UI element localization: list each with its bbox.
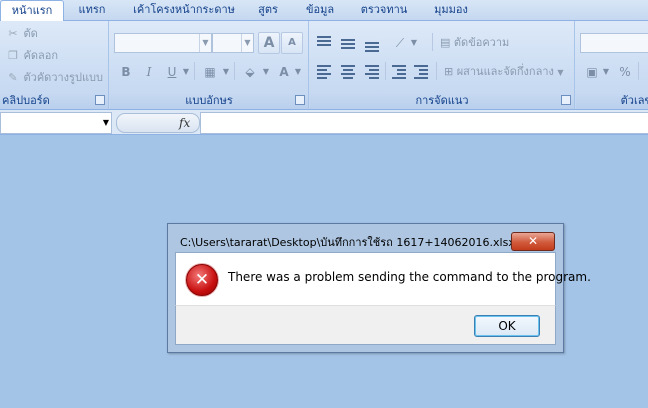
copy-icon: ❐: [8, 49, 18, 62]
chevron-down-icon[interactable]: ▼: [408, 32, 420, 54]
wrap-text-icon: ▤: [440, 36, 451, 49]
brush-icon: ✎: [8, 71, 18, 84]
separator: [638, 62, 639, 80]
clipboard-group-label: คลิปบอร์ด: [0, 92, 108, 109]
underline-button[interactable]: U: [162, 61, 182, 83]
chevron-down-icon: ▼: [241, 34, 253, 52]
align-middle-icon[interactable]: [337, 32, 359, 52]
scissors-icon: ✂: [8, 27, 18, 40]
font-size-combo[interactable]: ▼: [212, 33, 254, 53]
chevron-down-icon[interactable]: ▼: [220, 61, 232, 83]
percent-button[interactable]: %: [614, 61, 636, 83]
copy-label: คัดลอก: [23, 49, 59, 62]
error-dialog: C:\Users\tararat\Desktop\บันทึกการใช้รถ …: [167, 223, 591, 353]
font-name-combo[interactable]: ▼: [114, 33, 212, 53]
alignment-group: ⟋ ▼ ▤ ตัดข้อความ ⊞ ผสานและจัดกึ่งกลาง ▼: [310, 21, 575, 109]
copy-button[interactable]: ❐ คัดลอก: [6, 47, 58, 65]
clipboard-group: ✂ ตัด ❐ คัดลอก ✎ ตัวคัดวางรูปแบบ คลิปบอร…: [0, 21, 109, 109]
chevron-down-icon: ▼: [199, 34, 211, 52]
tab-insert[interactable]: แทรก: [70, 0, 114, 20]
tab-view[interactable]: มุมมอง: [424, 0, 478, 20]
font-group: ▼ ▼ A A B I U ▼ ▦ ▼ ⬙ ▼ A ▼ แบบอักษร: [110, 21, 309, 109]
align-right-icon[interactable]: [361, 61, 383, 81]
number-group: ▣ ▼ % ตัวเลข: [576, 21, 648, 109]
increase-indent-icon[interactable]: [410, 61, 432, 81]
ribbon: ✂ ตัด ❐ คัดลอก ✎ ตัวคัดวางรูปแบบ คลิปบอร…: [0, 21, 648, 110]
tab-formulas[interactable]: สูตร: [250, 0, 286, 20]
tab-page-layout[interactable]: เค้าโครงหน้ากระดาษ: [124, 0, 244, 20]
chevron-down-icon: ▼: [557, 68, 564, 77]
chevron-down-icon[interactable]: ▼: [292, 61, 304, 83]
dialog-title: C:\Users\tararat\Desktop\บันทึกการใช้รถ …: [180, 236, 515, 249]
decrease-indent-icon[interactable]: [388, 61, 410, 81]
cut-label: ตัด: [23, 27, 38, 40]
wrap-text-label: ตัดข้อความ: [453, 36, 510, 49]
dialog-footer: OK: [175, 305, 556, 345]
formula-bar: ▼ fx: [0, 110, 648, 135]
alignment-group-label: การจัดแนว: [310, 92, 574, 109]
chevron-down-icon[interactable]: ▼: [180, 61, 192, 83]
chevron-down-icon[interactable]: ▼: [103, 113, 109, 133]
ok-button[interactable]: OK: [474, 315, 540, 337]
dialog-body: ✕ There was a problem sending the comman…: [175, 252, 591, 306]
chevron-down-icon[interactable]: ▼: [600, 61, 612, 83]
cut-button[interactable]: ✂ ตัด: [6, 25, 38, 43]
italic-button[interactable]: I: [139, 61, 159, 83]
merge-center-button[interactable]: ⊞ ผสานและจัดกึ่งกลาง ▼: [444, 63, 564, 81]
formula-buttons: fx: [116, 113, 200, 133]
separator: [194, 62, 195, 80]
align-bottom-icon[interactable]: [361, 32, 383, 52]
merge-center-label: ผสานและจัดกึ่งกลาง: [456, 65, 554, 78]
number-group-label: ตัวเลข: [576, 92, 648, 109]
formula-input[interactable]: [200, 112, 648, 134]
tab-review[interactable]: ตรวจทาน: [354, 0, 414, 20]
tab-home[interactable]: หน้าแรก: [0, 0, 64, 21]
font-dialog-launcher[interactable]: [295, 95, 305, 105]
font-group-label: แบบอักษร: [110, 92, 308, 109]
borders-icon[interactable]: ▦: [198, 61, 222, 83]
shrink-font-button[interactable]: A: [281, 32, 303, 54]
insert-function-button[interactable]: fx: [179, 114, 190, 132]
format-painter-label: ตัวคัดวางรูปแบบ: [23, 71, 104, 84]
tab-data[interactable]: ข้อมูล: [296, 0, 344, 20]
wrap-text-button[interactable]: ▤ ตัดข้อความ: [440, 34, 509, 52]
separator: [234, 62, 235, 80]
separator: [432, 33, 433, 51]
separator: [385, 62, 386, 80]
ribbon-tabs: หน้าแรก แทรก เค้าโครงหน้ากระดาษ สูตร ข้อ…: [0, 0, 648, 21]
close-button[interactable]: ✕: [511, 232, 555, 251]
align-left-icon[interactable]: [313, 61, 335, 81]
number-format-combo[interactable]: [580, 33, 648, 53]
align-top-icon[interactable]: [313, 32, 335, 52]
format-painter-button[interactable]: ✎ ตัวคัดวางรูปแบบ: [6, 69, 103, 87]
separator: [436, 62, 437, 80]
clipboard-dialog-launcher[interactable]: [95, 95, 105, 105]
name-box[interactable]: ▼: [0, 112, 112, 134]
alignment-dialog-launcher[interactable]: [561, 95, 571, 105]
dialog-message: There was a problem sending the command …: [228, 270, 591, 284]
chevron-down-icon[interactable]: ▼: [260, 61, 272, 83]
error-icon: ✕: [186, 264, 218, 296]
bold-button[interactable]: B: [116, 61, 136, 83]
grow-font-button[interactable]: A: [258, 32, 280, 54]
fill-color-icon[interactable]: ⬙: [238, 61, 262, 83]
font-color-button[interactable]: A: [274, 61, 294, 83]
align-center-icon[interactable]: [337, 61, 359, 81]
merge-cells-icon: ⊞: [444, 65, 454, 78]
